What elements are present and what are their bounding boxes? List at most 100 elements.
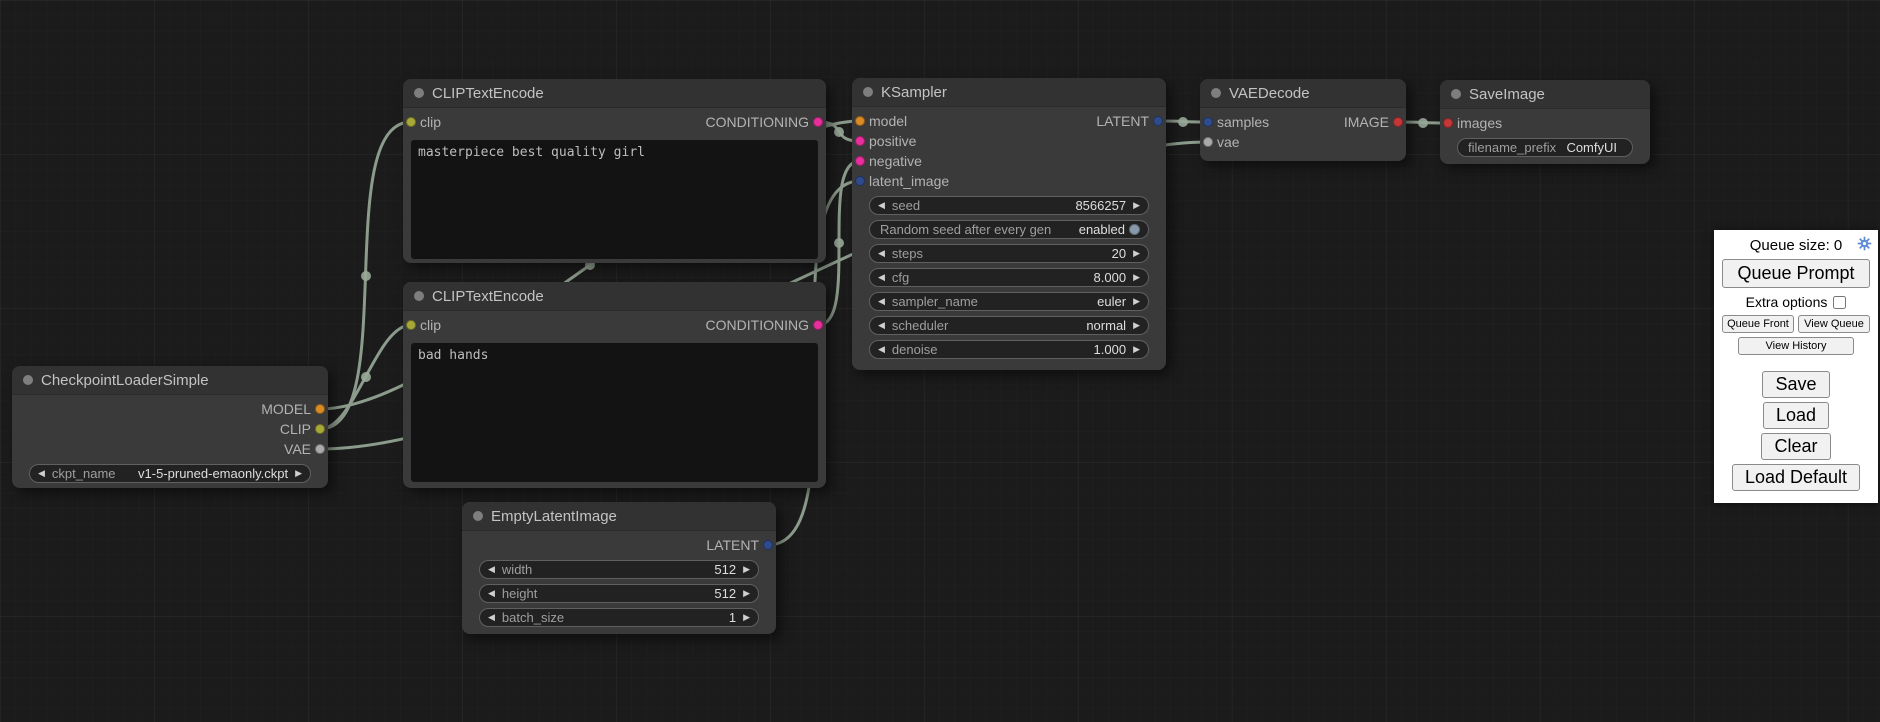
steps-widget[interactable]: ◀ steps 20 ▶ bbox=[869, 244, 1149, 263]
node-collapse-dot[interactable] bbox=[473, 511, 483, 521]
input-dot-positive[interactable] bbox=[855, 136, 865, 146]
prev-value-arrow-icon[interactable]: ◀ bbox=[878, 297, 885, 306]
settings-gear-icon[interactable] bbox=[1857, 236, 1872, 251]
input-label: positive bbox=[869, 133, 916, 149]
increase-arrow-icon[interactable]: ▶ bbox=[743, 613, 750, 622]
node-titlebar[interactable]: CLIPTextEncode bbox=[403, 79, 826, 108]
node-titlebar[interactable]: EmptyLatentImage bbox=[462, 502, 776, 531]
prev-value-arrow-icon[interactable]: ◀ bbox=[38, 469, 45, 478]
input-dot-samples[interactable] bbox=[1203, 117, 1213, 127]
denoise-widget[interactable]: ◀ denoise 1.000 ▶ bbox=[869, 340, 1149, 359]
output-dot-conditioning[interactable] bbox=[813, 320, 823, 330]
queue-prompt-button[interactable]: Queue Prompt bbox=[1722, 259, 1870, 288]
next-value-arrow-icon[interactable]: ▶ bbox=[1133, 321, 1140, 330]
height-widget[interactable]: ◀ height 512 ▶ bbox=[479, 584, 759, 603]
node-collapse-dot[interactable] bbox=[414, 88, 424, 98]
positive-prompt-textarea[interactable]: masterpiece best quality girl bbox=[411, 140, 818, 259]
node-ksampler[interactable]: KSampler model LATENT positive negative … bbox=[852, 78, 1166, 370]
widget-label: batch_size bbox=[502, 610, 564, 625]
queue-buttons-row: Queue Front View Queue bbox=[1722, 315, 1870, 333]
sampler-name-widget[interactable]: ◀ sampler_name euler ▶ bbox=[869, 292, 1149, 311]
increase-arrow-icon[interactable]: ▶ bbox=[1133, 201, 1140, 210]
node-cliptextencode-negative[interactable]: CLIPTextEncode clip CONDITIONING bad han… bbox=[403, 282, 826, 488]
node-checkpointloadersimple[interactable]: CheckpointLoaderSimple MODEL CLIP VAE ◀ … bbox=[12, 366, 328, 488]
ckpt-name-widget[interactable]: ◀ ckpt_name v1-5-pruned-emaonly.ckpt ▶ bbox=[29, 464, 311, 483]
extra-options-label: Extra options bbox=[1746, 294, 1828, 310]
output-dot-conditioning[interactable] bbox=[813, 117, 823, 127]
filename-prefix-widget[interactable]: filename_prefix ComfyUI bbox=[1457, 138, 1633, 157]
node-titlebar[interactable]: CheckpointLoaderSimple bbox=[12, 366, 328, 395]
node-collapse-dot[interactable] bbox=[23, 375, 33, 385]
widget-label: cfg bbox=[892, 270, 909, 285]
output-slot-clip: CLIP bbox=[12, 419, 328, 439]
increase-arrow-icon[interactable]: ▶ bbox=[743, 565, 750, 574]
node-titlebar[interactable]: KSampler bbox=[852, 78, 1166, 107]
next-value-arrow-icon[interactable]: ▶ bbox=[295, 469, 302, 478]
node-titlebar[interactable]: CLIPTextEncode bbox=[403, 282, 826, 311]
node-vaedecode[interactable]: VAEDecode samples IMAGE vae bbox=[1200, 79, 1406, 161]
load-default-button[interactable]: Load Default bbox=[1732, 464, 1860, 491]
output-dot-latent[interactable] bbox=[763, 540, 773, 550]
widget-value: 512 bbox=[714, 562, 736, 577]
decrease-arrow-icon[interactable]: ◀ bbox=[878, 201, 885, 210]
cfg-widget[interactable]: ◀ cfg 8.000 ▶ bbox=[869, 268, 1149, 287]
node-collapse-dot[interactable] bbox=[414, 291, 424, 301]
decrease-arrow-icon[interactable]: ◀ bbox=[488, 565, 495, 574]
toggle-on-dot[interactable] bbox=[1129, 224, 1140, 235]
seed-mode-widget[interactable]: Random seed after every gen enabled bbox=[869, 220, 1149, 239]
queue-front-button[interactable]: Queue Front bbox=[1722, 315, 1794, 333]
input-dot-negative[interactable] bbox=[855, 156, 865, 166]
node-titlebar[interactable]: VAEDecode bbox=[1200, 79, 1406, 108]
output-label: CLIP bbox=[280, 421, 311, 437]
input-dot-images[interactable] bbox=[1443, 118, 1453, 128]
node-collapse-dot[interactable] bbox=[1211, 88, 1221, 98]
view-history-button[interactable]: View History bbox=[1738, 337, 1853, 355]
widget-label: width bbox=[502, 562, 532, 577]
input-label: samples bbox=[1217, 114, 1269, 130]
save-button[interactable]: Save bbox=[1762, 371, 1829, 398]
input-dot-vae[interactable] bbox=[1203, 137, 1213, 147]
decrease-arrow-icon[interactable]: ◀ bbox=[878, 345, 885, 354]
input-dot-latent-image[interactable] bbox=[855, 176, 865, 186]
output-label: VAE bbox=[284, 441, 311, 457]
decrease-arrow-icon[interactable]: ◀ bbox=[488, 589, 495, 598]
seed-widget[interactable]: ◀ seed 8566257 ▶ bbox=[869, 196, 1149, 215]
slot-row: samples IMAGE bbox=[1200, 112, 1406, 132]
increase-arrow-icon[interactable]: ▶ bbox=[1133, 273, 1140, 282]
node-titlebar[interactable]: SaveImage bbox=[1440, 80, 1650, 109]
input-dot-clip[interactable] bbox=[406, 320, 416, 330]
input-label: model bbox=[869, 113, 907, 129]
load-button[interactable]: Load bbox=[1763, 402, 1829, 429]
increase-arrow-icon[interactable]: ▶ bbox=[743, 589, 750, 598]
width-widget[interactable]: ◀ width 512 ▶ bbox=[479, 560, 759, 579]
output-dot-clip[interactable] bbox=[315, 424, 325, 434]
widget-value: 1.000 bbox=[1094, 342, 1127, 357]
output-label: LATENT bbox=[706, 537, 759, 553]
negative-prompt-textarea[interactable]: bad hands bbox=[411, 343, 818, 482]
scheduler-widget[interactable]: ◀ scheduler normal ▶ bbox=[869, 316, 1149, 335]
view-queue-button[interactable]: View Queue bbox=[1798, 315, 1870, 333]
input-dot-model[interactable] bbox=[855, 116, 865, 126]
decrease-arrow-icon[interactable]: ◀ bbox=[878, 273, 885, 282]
clear-button[interactable]: Clear bbox=[1761, 433, 1830, 460]
decrease-arrow-icon[interactable]: ◀ bbox=[878, 249, 885, 258]
link-midpoint-dot bbox=[361, 271, 371, 281]
node-emptylatentimage[interactable]: EmptyLatentImage LATENT ◀ width 512 ▶ ◀ … bbox=[462, 502, 776, 634]
prev-value-arrow-icon[interactable]: ◀ bbox=[878, 321, 885, 330]
node-collapse-dot[interactable] bbox=[863, 87, 873, 97]
next-value-arrow-icon[interactable]: ▶ bbox=[1133, 297, 1140, 306]
output-dot-model[interactable] bbox=[315, 404, 325, 414]
increase-arrow-icon[interactable]: ▶ bbox=[1133, 345, 1140, 354]
node-cliptextencode-positive[interactable]: CLIPTextEncode clip CONDITIONING masterp… bbox=[403, 79, 826, 263]
graph-canvas[interactable]: { "icons": { "left": "◀", "right": "▶" }… bbox=[0, 0, 1880, 722]
increase-arrow-icon[interactable]: ▶ bbox=[1133, 249, 1140, 258]
output-dot-vae[interactable] bbox=[315, 444, 325, 454]
output-dot-latent[interactable] bbox=[1153, 116, 1163, 126]
batch-size-widget[interactable]: ◀ batch_size 1 ▶ bbox=[479, 608, 759, 627]
decrease-arrow-icon[interactable]: ◀ bbox=[488, 613, 495, 622]
node-saveimage[interactable]: SaveImage images filename_prefix ComfyUI bbox=[1440, 80, 1650, 164]
node-collapse-dot[interactable] bbox=[1451, 89, 1461, 99]
extra-options-checkbox[interactable] bbox=[1833, 296, 1846, 309]
input-dot-clip[interactable] bbox=[406, 117, 416, 127]
output-dot-image[interactable] bbox=[1393, 117, 1403, 127]
